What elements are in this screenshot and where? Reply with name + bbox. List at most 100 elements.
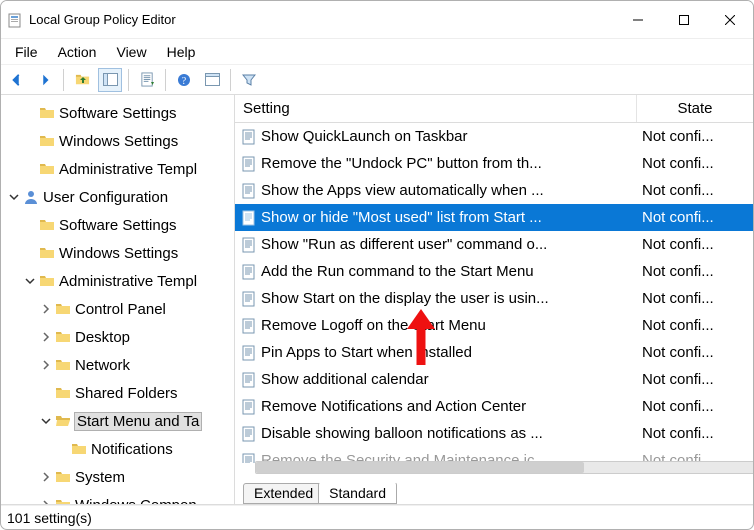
user-icon — [23, 189, 39, 205]
tree-item[interactable]: User Configuration — [1, 183, 234, 211]
menu-action[interactable]: Action — [50, 42, 105, 62]
policy-icon — [241, 183, 257, 199]
tab-standard[interactable]: Standard — [318, 482, 397, 504]
tree-pane[interactable]: Software SettingsWindows SettingsAdminis… — [1, 95, 235, 504]
view-tabs: Extended Standard — [235, 478, 753, 504]
minimize-button[interactable] — [615, 1, 661, 39]
list-header: Setting State — [235, 95, 753, 123]
tree-expander[interactable] — [23, 134, 37, 148]
setting-row[interactable]: Show "Run as different user" command o..… — [235, 231, 753, 258]
setting-label: Show "Run as different user" command o..… — [261, 236, 547, 253]
settings-list[interactable]: Show QuickLaunch on TaskbarNot confi...R… — [235, 123, 753, 463]
menu-help[interactable]: Help — [159, 42, 204, 62]
tree-item[interactable]: Notifications — [1, 435, 234, 463]
folder-icon — [39, 133, 55, 149]
tree-expander[interactable] — [39, 302, 53, 316]
tree-item[interactable]: Administrative Templ — [1, 155, 234, 183]
setting-state: Not confi... — [636, 317, 753, 334]
tree-item[interactable]: Software Settings — [1, 211, 234, 239]
setting-row[interactable]: Show additional calendarNot confi... — [235, 366, 753, 393]
tree-item-label: Administrative Templ — [59, 161, 197, 178]
setting-state: Not confi... — [636, 263, 753, 280]
tree-expander[interactable] — [23, 246, 37, 260]
tree-item-label: Control Panel — [75, 301, 166, 318]
column-header-setting[interactable]: Setting — [235, 95, 636, 122]
setting-row[interactable]: Pin Apps to Start when installedNot conf… — [235, 339, 753, 366]
tree-item-label: Administrative Templ — [59, 273, 197, 290]
policy-icon — [241, 318, 257, 334]
setting-label: Show the Apps view automatically when ..… — [261, 182, 544, 199]
tree-item[interactable]: Windows Settings — [1, 239, 234, 267]
horizontal-scrollbar[interactable] — [255, 461, 753, 474]
tree-expander[interactable] — [23, 274, 37, 288]
tab-extended[interactable]: Extended — [243, 483, 324, 504]
setting-state: Not confi... — [636, 371, 753, 388]
tree-item[interactable]: Desktop — [1, 323, 234, 351]
column-header-state[interactable]: State — [636, 95, 753, 122]
setting-label: Pin Apps to Start when installed — [261, 344, 472, 361]
setting-label: Show Start on the display the user is us… — [261, 290, 549, 307]
tree-expander[interactable] — [39, 414, 53, 428]
up-folder-icon[interactable] — [70, 68, 94, 92]
setting-row[interactable]: Remove the "Undock PC" button from th...… — [235, 150, 753, 177]
tree-expander[interactable] — [7, 190, 21, 204]
tree-item[interactable]: Windows Settings — [1, 127, 234, 155]
menu-file[interactable]: File — [7, 42, 46, 62]
tree-item[interactable]: Control Panel — [1, 295, 234, 323]
close-button[interactable] — [707, 1, 753, 39]
setting-row[interactable]: Show Start on the display the user is us… — [235, 285, 753, 312]
setting-state: Not confi... — [636, 398, 753, 415]
show-hide-tree-icon[interactable] — [98, 68, 122, 92]
setting-row[interactable]: Show QuickLaunch on TaskbarNot confi... — [235, 123, 753, 150]
window-title: Local Group Policy Editor — [29, 12, 176, 27]
list-pane: Setting State Show QuickLaunch on Taskba… — [235, 95, 753, 504]
scrollbar-thumb[interactable] — [256, 462, 584, 473]
help-icon[interactable]: ? — [172, 68, 196, 92]
policy-icon — [241, 399, 257, 415]
tree-item[interactable]: System — [1, 463, 234, 491]
back-icon[interactable] — [5, 68, 29, 92]
folder-icon — [71, 441, 87, 457]
tree-expander[interactable] — [23, 162, 37, 176]
setting-row[interactable]: Add the Run command to the Start MenuNot… — [235, 258, 753, 285]
folder-icon — [39, 245, 55, 261]
tree-expander[interactable] — [55, 442, 69, 456]
setting-row[interactable]: Show the Apps view automatically when ..… — [235, 177, 753, 204]
filter-icon[interactable] — [237, 68, 261, 92]
folder-icon — [55, 469, 71, 485]
setting-label: Show QuickLaunch on Taskbar — [261, 128, 468, 145]
setting-state: Not confi... — [636, 236, 753, 253]
setting-row[interactable]: Remove Notifications and Action CenterNo… — [235, 393, 753, 420]
tree-expander[interactable] — [39, 330, 53, 344]
folder-icon — [55, 357, 71, 373]
tree-expander[interactable] — [23, 106, 37, 120]
svg-text:?: ? — [182, 76, 187, 87]
tree-item[interactable]: Network — [1, 351, 234, 379]
tree-item[interactable]: Windows Compon — [1, 491, 234, 504]
tree-item[interactable]: Software Settings — [1, 99, 234, 127]
tree-expander[interactable] — [23, 218, 37, 232]
export-list-icon[interactable] — [135, 68, 159, 92]
maximize-button[interactable] — [661, 1, 707, 39]
tree-item[interactable]: Shared Folders — [1, 379, 234, 407]
forward-icon[interactable] — [33, 68, 57, 92]
properties-icon[interactable] — [200, 68, 224, 92]
titlebar[interactable]: Local Group Policy Editor — [1, 1, 753, 39]
policy-icon — [241, 345, 257, 361]
tree-expander[interactable] — [39, 386, 53, 400]
setting-state: Not confi... — [636, 425, 753, 442]
setting-row[interactable]: Disable showing balloon notifications as… — [235, 420, 753, 447]
tree-expander[interactable] — [39, 470, 53, 484]
folder-icon — [55, 413, 71, 429]
tree-expander[interactable] — [39, 498, 53, 504]
tree-item[interactable]: Administrative Templ — [1, 267, 234, 295]
tree-item-label: Start Menu and Ta — [75, 413, 201, 430]
menu-view[interactable]: View — [108, 42, 154, 62]
tree-item[interactable]: Start Menu and Ta — [1, 407, 234, 435]
setting-row[interactable]: Remove Logoff on the Start MenuNot confi… — [235, 312, 753, 339]
tree-expander[interactable] — [39, 358, 53, 372]
setting-row[interactable]: Show or hide "Most used" list from Start… — [235, 204, 753, 231]
setting-label: Show or hide "Most used" list from Start… — [261, 209, 542, 226]
status-text: 101 setting(s) — [7, 510, 92, 526]
tree-item-label: Windows Settings — [59, 245, 178, 262]
